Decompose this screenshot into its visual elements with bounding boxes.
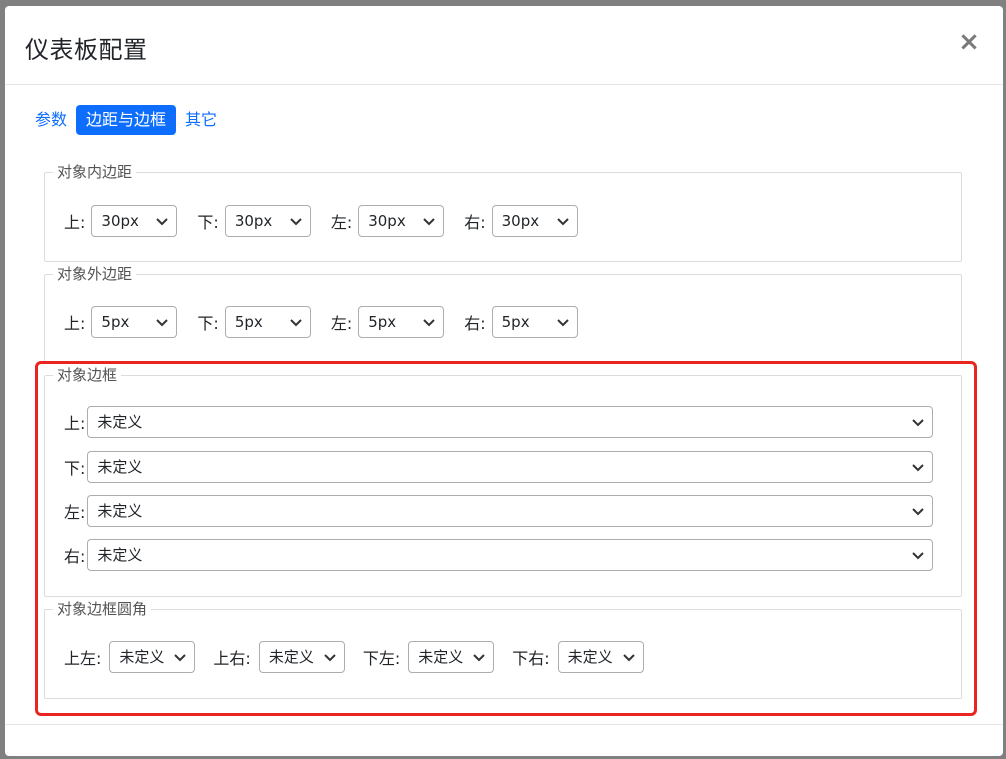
close-icon[interactable]: × — [957, 29, 981, 55]
radius-bottom-right-select[interactable]: 未定义 — [557, 641, 644, 673]
radius-top-left-value: 未定义 — [119, 648, 165, 666]
margin-bottom-value: 5px — [234, 313, 263, 331]
radius-bottom-left-select[interactable]: 未定义 — [408, 641, 495, 673]
radius-legend: 对象边框圆角 — [53, 598, 152, 619]
border-right-value: 未定义 — [97, 546, 143, 564]
chevron-down-icon — [423, 319, 435, 327]
padding-right-label: 右: — [464, 213, 486, 232]
dashboard-config-modal: 仪表板配置 × 参数 边距与边框 其它 对象内边距 上: 30px 下: 30p… — [5, 6, 1003, 756]
radius-top-right-value: 未定义 — [268, 648, 314, 666]
border-bottom-label: 下: — [64, 459, 86, 478]
margin-row: 上: 5px 下: 5px 左: 5px 右: 5px — [64, 306, 578, 338]
tab-bar: 参数 边距与边框 其它 — [29, 105, 223, 135]
border-right-label: 右: — [64, 547, 86, 566]
chevron-down-icon — [912, 464, 925, 472]
tab-other[interactable]: 其它 — [179, 105, 223, 135]
padding-row: 上: 30px 下: 30px 左: 30px 右: 30px — [64, 205, 578, 237]
border-bottom-row: 下: 未定义 — [64, 451, 934, 483]
chevron-down-icon — [156, 319, 169, 327]
margin-bottom-select[interactable]: 5px — [224, 306, 311, 338]
border-top-row: 上: 未定义 — [64, 406, 934, 438]
border-left-row: 左: 未定义 — [64, 495, 934, 527]
margin-legend: 对象外边距 — [53, 263, 137, 284]
margin-right-label: 右: — [464, 314, 486, 333]
radius-top-right-label: 上右: — [213, 649, 251, 668]
border-top-value: 未定义 — [97, 413, 143, 431]
padding-left-label: 左: — [330, 213, 353, 232]
margin-left-value: 5px — [368, 313, 397, 331]
padding-left-value: 30px — [368, 212, 406, 230]
padding-bottom-value: 30px — [234, 212, 273, 230]
border-bottom-select[interactable]: 未定义 — [87, 451, 934, 483]
padding-top-value: 30px — [101, 212, 139, 230]
modal-header: 仪表板配置 × — [5, 6, 1003, 85]
radius-bottom-right-label: 下右: — [512, 649, 550, 668]
padding-legend: 对象内边距 — [53, 161, 137, 182]
border-left-label: 左: — [64, 503, 86, 522]
chevron-down-icon — [290, 218, 302, 226]
chevron-down-icon — [912, 419, 925, 427]
chevron-down-icon — [622, 654, 635, 662]
radius-top-right-select[interactable]: 未定义 — [258, 641, 345, 673]
border-right-select[interactable]: 未定义 — [87, 539, 934, 571]
radius-bottom-left-label: 下左: — [362, 649, 401, 668]
padding-top-select[interactable]: 30px — [91, 205, 178, 237]
margin-bottom-label: 下: — [197, 314, 219, 333]
tab-margin-border[interactable]: 边距与边框 — [76, 105, 177, 135]
padding-right-value: 30px — [501, 212, 540, 230]
radius-row: 上左: 未定义 上右: 未定义 下左: 未定义 下右: 未定义 — [64, 641, 644, 673]
chevron-down-icon — [556, 218, 569, 226]
chevron-down-icon — [473, 654, 485, 662]
chevron-down-icon — [423, 218, 435, 226]
border-left-select[interactable]: 未定义 — [87, 495, 934, 527]
modal-title: 仪表板配置 — [25, 36, 148, 64]
margin-right-value: 5px — [501, 313, 530, 331]
chevron-down-icon — [174, 654, 187, 662]
margin-top-value: 5px — [101, 313, 130, 331]
border-left-value: 未定义 — [97, 502, 143, 520]
padding-top-label: 上: — [64, 213, 86, 232]
padding-right-select[interactable]: 30px — [491, 205, 578, 237]
padding-bottom-select[interactable]: 30px — [224, 205, 311, 237]
chevron-down-icon — [324, 654, 336, 662]
modal-footer-divider — [5, 724, 1003, 725]
margin-left-label: 左: — [330, 314, 353, 333]
chevron-down-icon — [556, 319, 569, 327]
margin-left-select[interactable]: 5px — [358, 306, 445, 338]
border-bottom-value: 未定义 — [97, 458, 143, 476]
border-right-row: 右: 未定义 — [64, 539, 934, 571]
border-legend: 对象边框 — [53, 364, 122, 385]
border-top-label: 上: — [64, 414, 86, 433]
chevron-down-icon — [156, 218, 169, 226]
chevron-down-icon — [912, 552, 925, 560]
margin-right-select[interactable]: 5px — [491, 306, 578, 338]
margin-top-select[interactable]: 5px — [91, 306, 178, 338]
padding-left-select[interactable]: 30px — [358, 205, 445, 237]
margin-top-label: 上: — [64, 314, 86, 333]
padding-bottom-label: 下: — [197, 213, 219, 232]
tab-params[interactable]: 参数 — [29, 105, 73, 135]
border-top-select[interactable]: 未定义 — [87, 406, 934, 438]
chevron-down-icon — [290, 319, 302, 327]
radius-top-left-select[interactable]: 未定义 — [109, 641, 196, 673]
chevron-down-icon — [912, 508, 925, 516]
radius-bottom-right-value: 未定义 — [567, 648, 613, 666]
radius-bottom-left-value: 未定义 — [418, 648, 464, 666]
radius-top-left-label: 上左: — [64, 649, 102, 668]
